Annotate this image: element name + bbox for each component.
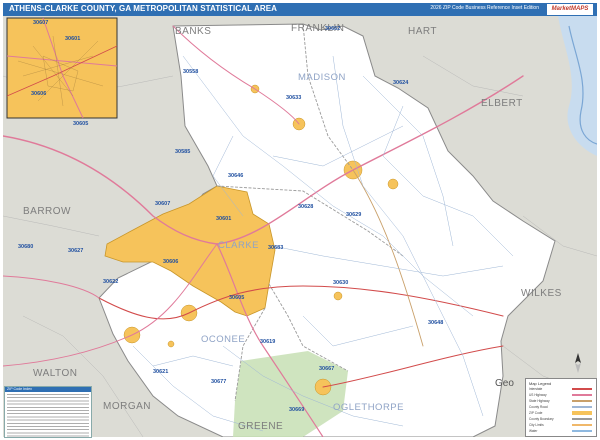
county-label-elbert: ELBERT xyxy=(481,98,523,109)
zip-label: 30624 xyxy=(393,80,409,86)
zip-label: 30646 xyxy=(228,173,243,179)
inset-frame xyxy=(6,17,118,119)
legend-row: County Road xyxy=(529,405,548,409)
zip-label: 30605 xyxy=(229,295,244,301)
zip-index-rows xyxy=(7,394,89,437)
zip-label: 30683 xyxy=(268,245,283,251)
legend-swatch xyxy=(572,406,592,408)
legend-title: Map Legend xyxy=(529,381,552,386)
zip-label: 30619 xyxy=(260,339,275,345)
town-marker xyxy=(333,291,343,301)
zip-label: 30607 xyxy=(155,201,170,207)
map-frame: ATHENS-CLARKE COUNTY, GA METROPOLITAN ST… xyxy=(0,0,600,440)
legend-row: Interstate xyxy=(529,387,543,391)
legend-row: US Highway xyxy=(529,393,547,397)
legend-swatch xyxy=(572,400,592,402)
zip-label: 30662 xyxy=(325,26,340,32)
county-label-barrow: BARROW xyxy=(23,206,71,217)
inset-zip-label: 30607 xyxy=(33,20,48,26)
legend-swatch xyxy=(572,430,592,432)
legend-swatch xyxy=(572,418,592,420)
inset-zip-label: 30605 xyxy=(73,121,88,127)
county-label-oglethorpe: OGLETHORPE xyxy=(333,402,404,413)
zip-label: 30630 xyxy=(333,280,348,286)
legend-swatch xyxy=(572,424,592,426)
zip-label: 30627 xyxy=(68,248,83,254)
title-bar: ATHENS-CLARKE COUNTY, GA METROPOLITAN ST… xyxy=(3,3,597,16)
city-label: Geo xyxy=(495,378,514,389)
zip-label: 30648 xyxy=(428,320,443,326)
zip-label: 30558 xyxy=(183,69,198,75)
county-label-wilkes: WILKES xyxy=(521,288,562,299)
zip-label: 30628 xyxy=(298,204,313,210)
zip-label: 30585 xyxy=(175,149,190,155)
town-marker xyxy=(167,340,175,348)
publisher-logo: MarketMAPS xyxy=(547,4,593,15)
map-legend: Map Legend Interstate US Highway State H… xyxy=(525,378,597,437)
legend-row: State Highway xyxy=(529,399,550,403)
inset-zip-label: 30601 xyxy=(65,36,80,42)
county-label-walton: WALTON xyxy=(33,368,77,379)
legend-row: Water xyxy=(529,429,538,433)
county-label-banks: BANKS xyxy=(175,26,211,37)
zip-label: 30633 xyxy=(286,95,301,101)
zip-label: 30621 xyxy=(153,369,168,375)
county-label-greene: GREENE xyxy=(238,421,283,432)
county-label-clarke: CLARKE xyxy=(218,240,259,251)
county-label-morgan: MORGAN xyxy=(103,401,151,412)
legend-row: City Limits xyxy=(529,423,544,427)
zip-label: 30669 xyxy=(289,407,304,413)
zip-label: 30629 xyxy=(346,212,361,218)
msa-map: 30607 30601 30606 30605 BANKS FRANKLIN H… xyxy=(3,16,597,437)
county-label-oconee: OCONEE xyxy=(201,334,245,345)
zip-index-title: ZIP Code Index xyxy=(5,387,91,392)
zip-label: 30601 xyxy=(216,216,231,222)
zip-label: 30606 xyxy=(163,259,178,265)
legend-swatch xyxy=(572,394,592,396)
legend-row: ZIP Code xyxy=(529,411,543,415)
map-subtitle: 2026 ZIP Code Business Reference Inset E… xyxy=(430,5,539,11)
zip-label: 30667 xyxy=(319,366,334,372)
zip-label: 30680 xyxy=(18,244,33,250)
compass-icon xyxy=(575,353,581,373)
map-title: ATHENS-CLARKE COUNTY, GA METROPOLITAN ST… xyxy=(9,4,278,13)
county-label-hart: HART xyxy=(408,26,437,37)
legend-swatch xyxy=(572,411,592,415)
legend-swatch xyxy=(572,388,592,390)
town-marker xyxy=(387,178,399,190)
county-label-madison: MADISON xyxy=(298,72,346,83)
zip-label: 30622 xyxy=(103,279,118,285)
zip-index-table: ZIP Code Index xyxy=(4,386,92,438)
zip-label: 30677 xyxy=(211,379,226,385)
clarke-inset: 30607 30601 30606 30605 xyxy=(6,17,118,127)
inset-zip-label: 30606 xyxy=(31,91,46,97)
legend-row: County Boundary xyxy=(529,417,554,421)
